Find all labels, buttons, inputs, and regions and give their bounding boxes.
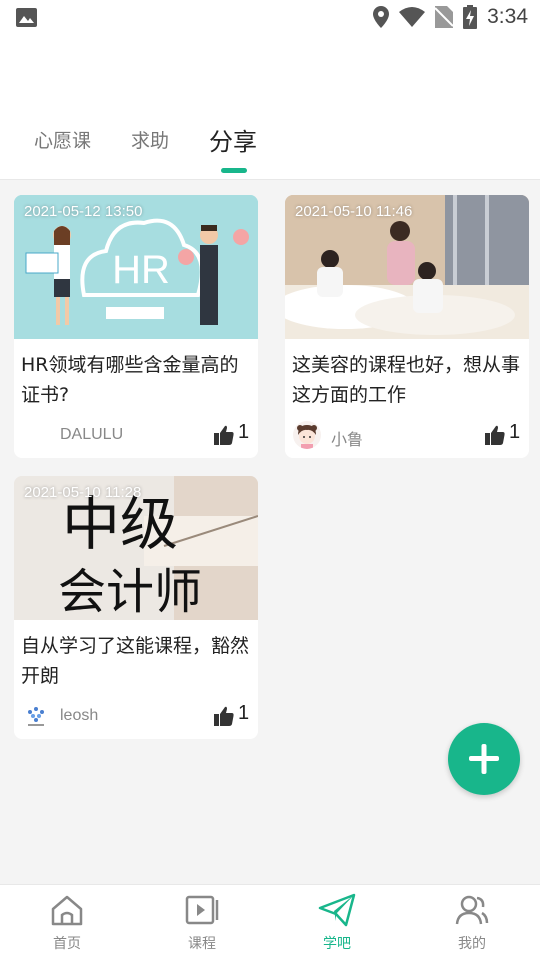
tab-indicator [221,168,247,173]
tab-share[interactable]: 分享 [209,122,257,157]
post-card[interactable]: 中级 会计师 2021-05-10 11:28 自从学习了这能课程，豁然开朗 l… [14,476,258,739]
tab-help[interactable]: 求助 [131,126,169,153]
nav-profile[interactable]: 我的 [432,893,512,953]
bottom-nav: 首页 课程 学吧 我的 [0,884,540,960]
like-count: 1 [509,421,521,443]
post-title: 这美容的课程也好，想从事这方面的工作 [292,354,521,406]
nav-learn[interactable]: 学吧 [297,893,377,953]
header-area [0,36,540,106]
hr-image-text: HR [112,248,170,292]
wifi-icon [399,7,426,27]
paper-plane-icon [318,893,356,927]
status-bar: 3:34 [0,0,540,36]
post-image: 中级 会计师 2021-05-10 11:28 [14,476,258,620]
author-name: DALULU [60,426,124,443]
post-date: 2021-05-10 11:46 [295,203,413,220]
post-image: 2021-05-10 11:46 [285,195,529,339]
nav-label: 学吧 [323,936,351,952]
nav-label: 首页 [53,936,81,952]
home-icon [51,895,83,926]
thumbs-up-icon[interactable] [485,425,505,445]
battery-charging-icon [463,5,478,29]
cover-title-line2: 会计师 [58,564,202,620]
author-name: 小鲁 [331,432,364,449]
post-title: HR领域有哪些含金量高的证书? [21,354,239,406]
add-post-button[interactable] [448,723,520,795]
post-footer: DALULU 1 [14,419,258,453]
like-count: 1 [238,421,250,443]
profile-icon [455,895,489,925]
video-course-icon [185,895,219,925]
post-card[interactable]: HR 2021-05-12 13:50 HR领域有哪些含金量高的证书? DALU… [14,195,258,458]
like-count: 1 [238,702,250,724]
post-date: 2021-05-10 11:28 [24,484,142,501]
gallery-notification-icon [16,8,37,27]
no-sim-icon [435,6,454,28]
post-title: 自从学习了这能课程，豁然开朗 [21,635,250,687]
nav-label: 我的 [458,936,486,952]
post-footer: leosh 1 [14,700,258,734]
nav-course[interactable]: 课程 [162,893,242,953]
post-date: 2021-05-12 13:50 [24,203,143,220]
avatar[interactable] [22,702,50,730]
author-name: leosh [60,707,99,724]
tab-wishlist-course[interactable]: 心愿课 [34,126,91,153]
post-footer: 小鲁 1 [285,419,529,453]
status-time: 3:34 [487,5,528,28]
plus-icon [469,744,499,774]
location-icon [373,6,390,28]
nav-home[interactable]: 首页 [27,893,107,953]
avatar[interactable] [293,421,321,449]
post-card[interactable]: 2021-05-10 11:46 这美容的课程也好，想从事这方面的工作 小鲁 1 [285,195,529,458]
nav-label: 课程 [188,936,216,952]
thumbs-up-icon[interactable] [214,425,234,445]
tab-bar: 心愿课 求助 分享 [0,106,540,180]
thumbs-up-icon[interactable] [214,706,234,726]
post-image: HR 2021-05-12 13:50 [14,195,258,339]
